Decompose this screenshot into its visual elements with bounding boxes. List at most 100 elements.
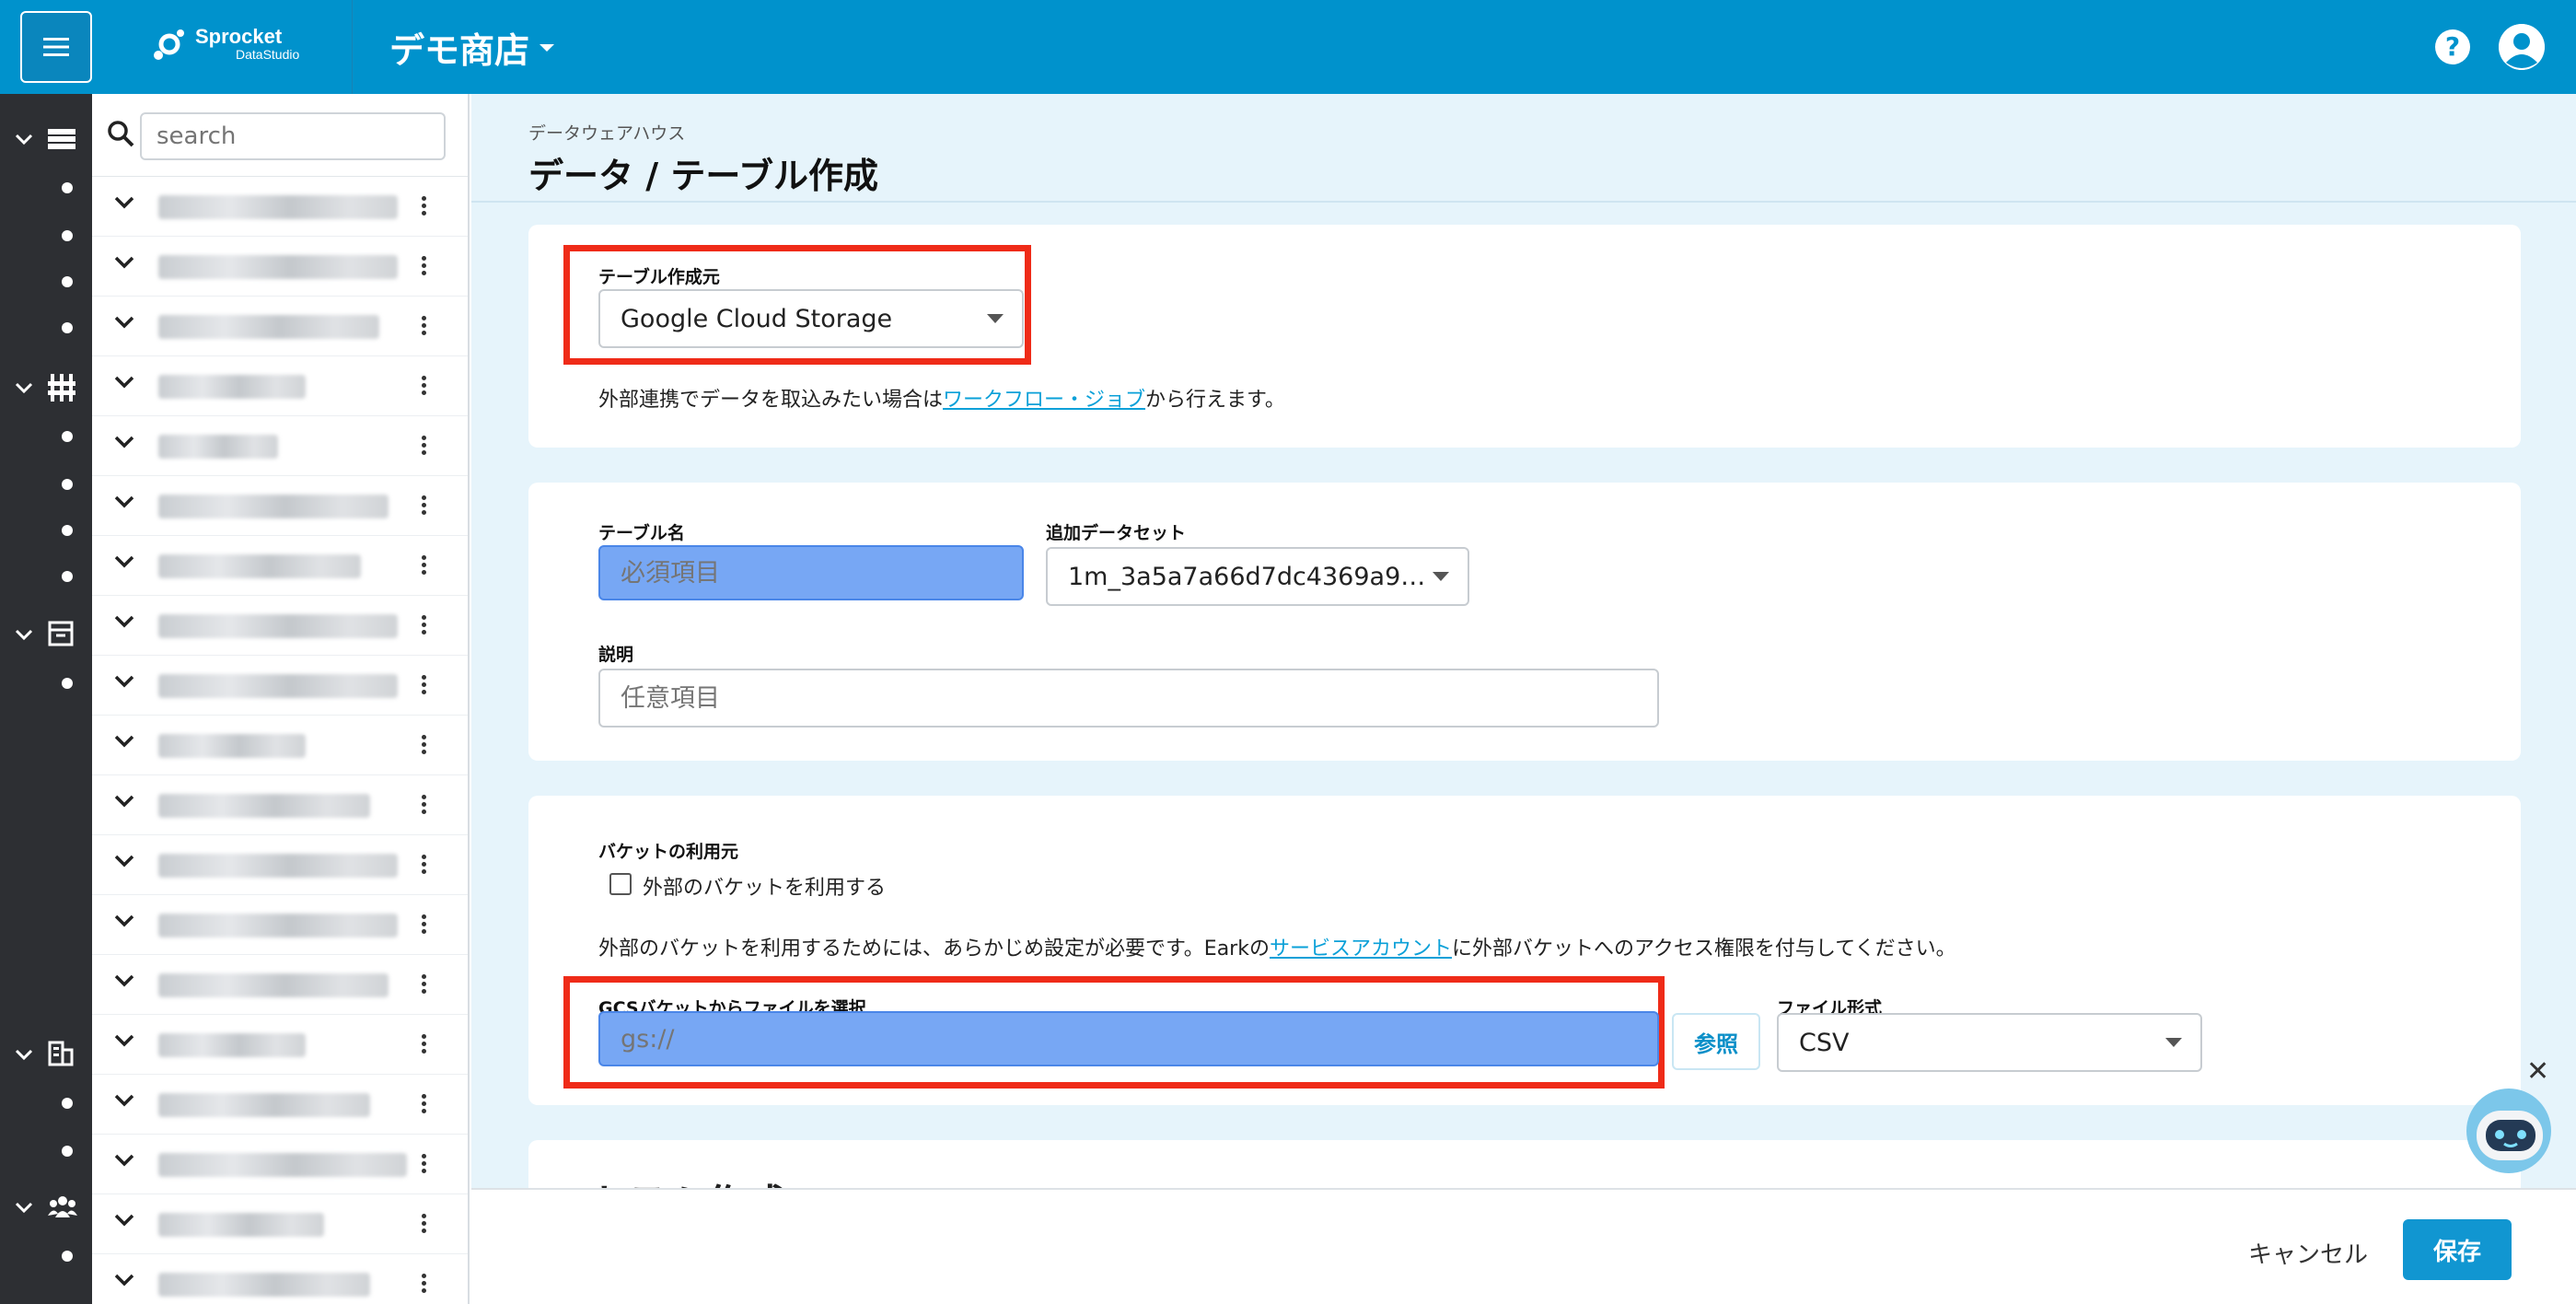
rail-subitem[interactable] bbox=[62, 1251, 73, 1262]
tree-row[interactable] bbox=[92, 476, 468, 536]
rail-subitem[interactable] bbox=[62, 276, 73, 287]
more-options-icon[interactable] bbox=[419, 493, 428, 520]
workflow-job-link[interactable]: ワークフロー・ジョブ bbox=[943, 389, 1145, 412]
description-input[interactable] bbox=[598, 669, 1659, 728]
tree-row[interactable] bbox=[92, 775, 468, 835]
database-list-icon[interactable] bbox=[48, 127, 75, 151]
more-options-icon[interactable] bbox=[419, 732, 428, 760]
rail-subitem[interactable] bbox=[62, 525, 73, 536]
tree-row[interactable] bbox=[92, 895, 468, 955]
external-bucket-checkbox[interactable] bbox=[609, 873, 632, 895]
tree-row[interactable] bbox=[92, 955, 468, 1015]
more-options-icon[interactable] bbox=[419, 672, 428, 700]
chevron-down-icon[interactable] bbox=[114, 1153, 134, 1168]
tree-row[interactable] bbox=[92, 1135, 468, 1194]
chevron-down-icon[interactable] bbox=[15, 133, 33, 146]
rail-subitem[interactable] bbox=[62, 571, 73, 582]
app-logo[interactable]: Sprocket DataStudio bbox=[151, 26, 299, 63]
hamburger-menu-button[interactable] bbox=[20, 11, 92, 83]
more-options-icon[interactable] bbox=[419, 1211, 428, 1239]
chevron-down-icon[interactable] bbox=[15, 1048, 33, 1061]
users-icon[interactable] bbox=[48, 1193, 77, 1219]
save-button[interactable]: 保存 bbox=[2403, 1219, 2512, 1280]
tree-row[interactable] bbox=[92, 177, 468, 237]
rail-subitem[interactable] bbox=[62, 678, 73, 689]
tree-row[interactable] bbox=[92, 356, 468, 416]
table-name-input[interactable] bbox=[598, 545, 1024, 600]
building-icon[interactable] bbox=[48, 1041, 74, 1066]
rail-subitem[interactable] bbox=[62, 479, 73, 490]
chevron-down-icon[interactable] bbox=[114, 1273, 134, 1287]
more-options-icon[interactable] bbox=[419, 972, 428, 999]
tree-row[interactable] bbox=[92, 1015, 468, 1075]
chevron-down-icon[interactable] bbox=[114, 195, 134, 210]
chatbot-icon[interactable] bbox=[2458, 1083, 2559, 1175]
chevron-down-icon[interactable] bbox=[114, 734, 134, 749]
rail-subitem[interactable] bbox=[62, 230, 73, 241]
more-options-icon[interactable] bbox=[419, 792, 428, 820]
rail-subitem[interactable] bbox=[62, 1098, 73, 1109]
more-options-icon[interactable] bbox=[419, 373, 428, 401]
tree-row[interactable] bbox=[92, 1194, 468, 1254]
tree-row[interactable] bbox=[92, 656, 468, 716]
more-options-icon[interactable] bbox=[419, 313, 428, 341]
chevron-down-icon[interactable] bbox=[114, 315, 134, 330]
browse-button[interactable]: 参照 bbox=[1672, 1013, 1760, 1070]
chevron-down-icon[interactable] bbox=[114, 495, 134, 509]
chevron-down-icon[interactable] bbox=[114, 554, 134, 569]
more-options-icon[interactable] bbox=[419, 852, 428, 879]
tree-row[interactable] bbox=[92, 536, 468, 596]
rail-subitem[interactable] bbox=[62, 182, 73, 193]
user-avatar[interactable] bbox=[2499, 24, 2545, 70]
external-bucket-checkbox-label[interactable]: 外部のバケットを利用する bbox=[643, 871, 886, 901]
chevron-down-icon[interactable] bbox=[114, 914, 134, 928]
chevron-down-icon[interactable] bbox=[114, 794, 134, 809]
chevron-down-icon[interactable] bbox=[114, 973, 134, 988]
archive-icon[interactable] bbox=[48, 621, 74, 646]
tree-row[interactable] bbox=[92, 297, 468, 356]
more-options-icon[interactable] bbox=[419, 1031, 428, 1059]
chevron-down-icon[interactable] bbox=[15, 628, 33, 641]
dataset-select[interactable]: 1m_3a5a7a66d7dc4369a9… bbox=[1046, 547, 1469, 606]
more-options-icon[interactable] bbox=[419, 253, 428, 281]
more-options-icon[interactable] bbox=[419, 553, 428, 580]
breadcrumb[interactable]: データウェアハウス bbox=[528, 120, 685, 145]
chevron-down-icon[interactable] bbox=[114, 614, 134, 629]
more-options-icon[interactable] bbox=[419, 193, 428, 221]
tree-search-input[interactable] bbox=[140, 112, 446, 160]
chevron-down-icon[interactable] bbox=[114, 674, 134, 689]
chevron-down-icon[interactable] bbox=[114, 1033, 134, 1048]
chevron-down-icon[interactable] bbox=[114, 375, 134, 390]
chevron-down-icon[interactable] bbox=[114, 1093, 134, 1108]
rail-subitem[interactable] bbox=[62, 1146, 73, 1157]
tree-row[interactable] bbox=[92, 237, 468, 297]
more-options-icon[interactable] bbox=[419, 1271, 428, 1298]
chevron-down-icon[interactable] bbox=[114, 1213, 134, 1228]
tree-row[interactable] bbox=[92, 416, 468, 476]
more-options-icon[interactable] bbox=[419, 912, 428, 939]
tree-row[interactable] bbox=[92, 1075, 468, 1135]
more-options-icon[interactable] bbox=[419, 433, 428, 460]
tree-row[interactable] bbox=[92, 835, 468, 895]
pipeline-icon[interactable] bbox=[48, 374, 75, 402]
tree-row[interactable] bbox=[92, 716, 468, 775]
cancel-button[interactable]: キャンセル bbox=[2248, 1236, 2368, 1270]
tree-row[interactable] bbox=[92, 1254, 468, 1304]
chevron-down-icon[interactable] bbox=[15, 381, 33, 394]
chevron-down-icon[interactable] bbox=[114, 854, 134, 868]
service-account-link[interactable]: サービスアカウント bbox=[1270, 937, 1452, 961]
file-format-select[interactable]: CSV bbox=[1777, 1013, 2202, 1072]
gcs-path-input[interactable] bbox=[598, 1011, 1659, 1066]
chevron-down-icon[interactable] bbox=[15, 1201, 33, 1214]
more-options-icon[interactable] bbox=[419, 1151, 428, 1179]
chevron-down-icon[interactable] bbox=[114, 255, 134, 270]
tree-row[interactable] bbox=[92, 596, 468, 656]
rail-subitem[interactable] bbox=[62, 322, 73, 333]
store-selector[interactable]: デモ商店 bbox=[389, 22, 557, 73]
rail-subitem[interactable] bbox=[62, 431, 73, 442]
source-select[interactable]: Google Cloud Storage bbox=[598, 289, 1024, 348]
more-options-icon[interactable] bbox=[419, 612, 428, 640]
chevron-down-icon[interactable] bbox=[114, 435, 134, 449]
help-icon[interactable]: ? bbox=[2435, 29, 2470, 64]
more-options-icon[interactable] bbox=[419, 1091, 428, 1119]
